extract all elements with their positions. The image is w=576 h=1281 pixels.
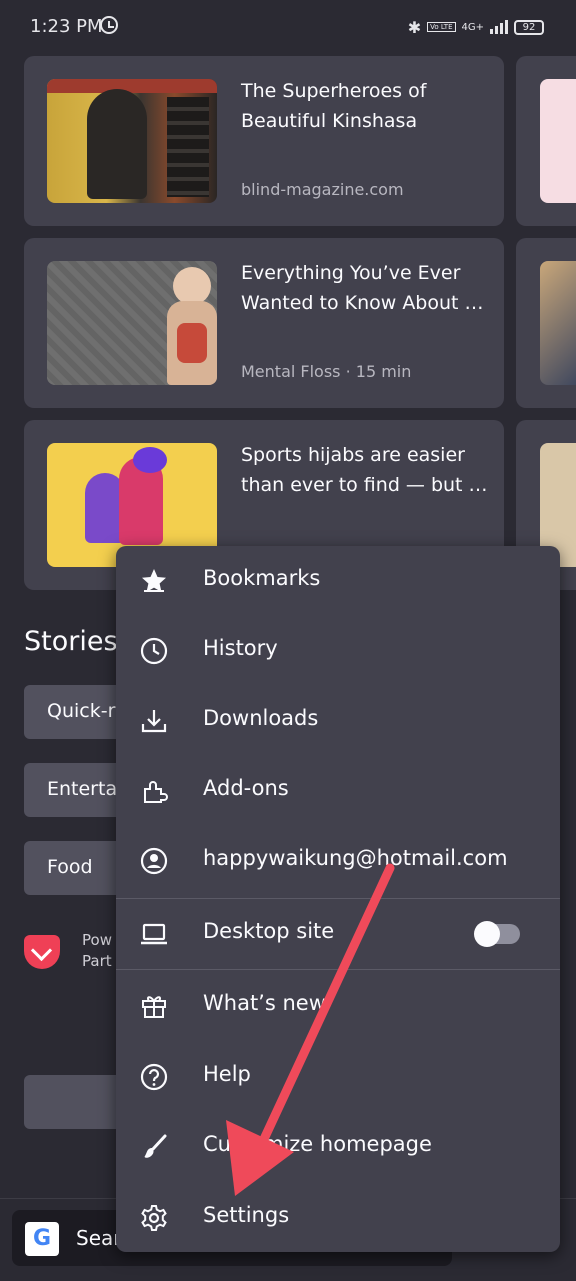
arrow-shaft xyxy=(253,863,395,1157)
annotation-arrow xyxy=(226,863,395,1196)
arrow-head xyxy=(226,1120,294,1196)
